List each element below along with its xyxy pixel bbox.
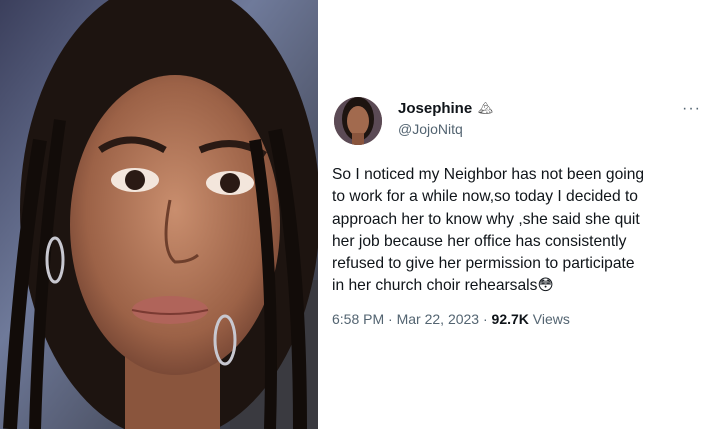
meta-separator: · [388,311,393,327]
tweet-text: So I noticed my Neighbor has not been go… [332,164,704,298]
more-options-icon[interactable]: ··· [682,100,701,118]
display-name[interactable]: Josephine [398,100,472,117]
tweet-card: Josephine 🏔 @JojoNitq ··· So I noticed m… [318,0,715,429]
tweet-text-line: to work for a while now,so today I decid… [332,188,638,206]
tweet-text-line: refused to give her permission to partic… [332,255,635,273]
mountain-icon: 🏔 [478,101,494,115]
user-handle[interactable]: @JojoNitq [398,121,463,137]
profile-photo [0,0,318,429]
tweet-text-line: her job because her office has consisten… [332,232,627,250]
tweet-text-line: approach her to know why ,she said she q… [332,210,640,228]
tweet-date[interactable]: Mar 22, 2023 [397,311,480,327]
views-count: 92.7K [491,311,529,327]
tweet-text-line: So I noticed my Neighbor has not been go… [332,166,645,183]
tweet-meta: 6:58 PM · Mar 22, 2023 · 92.7K Views [332,311,570,327]
meta-separator: · [482,311,488,327]
views-label: Views [532,311,570,327]
tweet-text-line: in her church choir rehearsals😳 [332,277,554,295]
avatar[interactable] [334,97,382,145]
tweet-time[interactable]: 6:58 PM [332,311,384,327]
